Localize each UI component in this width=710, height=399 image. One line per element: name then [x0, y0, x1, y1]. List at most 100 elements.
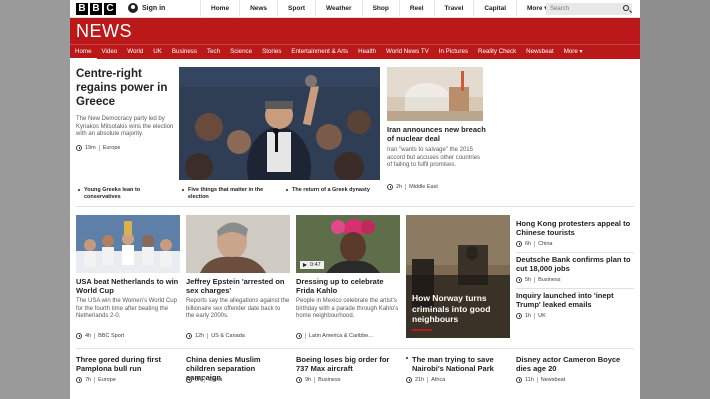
story-headline[interactable]: Jeffrey Epstein 'arrested on sex charges… — [186, 277, 290, 295]
section-video[interactable]: Video — [97, 45, 123, 60]
global-nav-travel[interactable]: Travel — [433, 0, 474, 18]
section-world[interactable]: World — [122, 45, 148, 60]
lead-meta: 19m Europe — [76, 145, 120, 151]
lead-headline[interactable]: Centre-right regains power in Greece — [76, 67, 180, 109]
side-tag[interactable]: China — [538, 241, 552, 247]
section-reality-check[interactable]: Reality Check — [473, 45, 521, 60]
bottom-tag[interactable]: China — [208, 377, 222, 383]
side-headline[interactable]: Inquiry launched into 'inept Trump' leak… — [516, 291, 634, 309]
story-tag[interactable]: Latin America & Caribbe... — [309, 333, 373, 339]
world-cup-photo — [76, 215, 180, 273]
story-summary: Reports say the allegations against the … — [186, 298, 290, 319]
related-link[interactable]: Five things that matter in the election — [182, 187, 282, 200]
iran-meta: 2h Middle East — [387, 184, 438, 190]
clock-icon — [186, 377, 192, 383]
lead-tag[interactable]: Europe — [103, 145, 121, 151]
global-nav-home[interactable]: Home — [200, 0, 239, 18]
bottom-headline[interactable]: The man trying to save Nairobi's Nationa… — [406, 355, 510, 373]
bottom-tag[interactable]: Newsbeat — [541, 377, 565, 383]
story-headline[interactable]: USA beat Netherlands to win World Cup — [76, 277, 180, 295]
lead-summary: The New Democracy party led by Kyriakos … — [76, 116, 174, 137]
story-meta: 12h US & Canada — [186, 333, 245, 339]
side-time: 1h — [525, 313, 532, 319]
story-image[interactable] — [76, 215, 180, 273]
global-nav-weather[interactable]: Weather — [315, 0, 362, 18]
section-business[interactable]: Business — [167, 45, 202, 60]
side-tag[interactable]: Business — [538, 277, 560, 283]
divider — [94, 333, 96, 339]
bottom-tag[interactable]: Africa — [431, 377, 445, 383]
divider — [516, 288, 634, 289]
section-more[interactable]: More — [559, 45, 588, 60]
sign-in-label: Sign in — [142, 4, 166, 12]
bottom-headline[interactable]: Three gored during first Pamplona bull r… — [76, 355, 180, 373]
story-tag[interactable]: BBC Sport — [98, 333, 124, 339]
global-nav: Home News Sport Weather Shop Reel Travel… — [200, 0, 558, 18]
section-newsbeat[interactable]: Newsbeat — [521, 45, 559, 60]
global-nav-capital[interactable]: Capital — [473, 0, 516, 18]
global-nav-shop[interactable]: Shop — [361, 0, 399, 18]
video-badge[interactable]: 0:47 — [300, 261, 324, 269]
related-link[interactable]: Young Greeks lean to conservatives — [78, 187, 178, 200]
iran-image[interactable] — [387, 67, 483, 121]
bottom-time: 9h — [305, 377, 312, 383]
iran-summary: Iran "wants to salvage" the 2015 accord … — [387, 147, 481, 168]
divider — [405, 184, 407, 190]
sign-in-link[interactable]: Sign in — [128, 3, 165, 13]
global-nav-news[interactable]: News — [239, 0, 277, 18]
user-icon — [128, 3, 138, 13]
side-headline[interactable]: Deutsche Bank confirms plan to cut 18,00… — [516, 255, 634, 273]
global-nav-sport[interactable]: Sport — [277, 0, 315, 18]
global-header: B B C Sign in Home News Sport Weather Sh… — [70, 0, 640, 18]
side-time: 5h — [525, 277, 532, 283]
bottom-headline[interactable]: Boeing loses big order for 737 Max aircr… — [296, 355, 400, 373]
iran-headline[interactable]: Iran announces new breach of nuclear dea… — [387, 125, 487, 143]
side-headline[interactable]: Hong Kong protesters appeal to Chinese t… — [516, 219, 634, 237]
section-in-pictures[interactable]: In Pictures — [434, 45, 473, 60]
feature-headline[interactable]: How Norway turns criminals into good nei… — [412, 293, 508, 325]
story-tag[interactable]: US & Canada — [211, 333, 245, 339]
divider — [534, 277, 536, 283]
iran-time: 2h — [396, 184, 403, 190]
global-nav-reel[interactable]: Reel — [398, 0, 434, 18]
story-time: 4h — [85, 333, 92, 339]
story-image[interactable] — [186, 215, 290, 273]
clock-icon — [387, 184, 393, 190]
logo-letter: C — [104, 3, 116, 15]
bottom-headline[interactable]: Disney actor Cameron Boyce dies age 20 — [516, 355, 634, 373]
section-health[interactable]: Health — [353, 45, 381, 60]
section-world-news-tv[interactable]: World News TV — [381, 45, 434, 60]
section-uk[interactable]: UK — [148, 45, 167, 60]
story-headline[interactable]: Dressing up to celebrate Frida Kahlo — [296, 277, 400, 295]
search-icon[interactable] — [623, 5, 629, 11]
section-tech[interactable]: Tech — [202, 45, 225, 60]
news-title[interactable]: NEWS — [76, 21, 132, 42]
lead-image[interactable] — [179, 67, 380, 180]
section-divider — [76, 348, 634, 349]
iran-tag[interactable]: Middle East — [409, 184, 438, 190]
divider — [534, 313, 536, 319]
bottom-tag[interactable]: Business — [318, 377, 340, 383]
feature-accent-bar — [412, 329, 432, 331]
bottom-tag[interactable]: Europe — [98, 377, 116, 383]
section-home[interactable]: Home — [70, 45, 97, 60]
divider — [98, 145, 100, 151]
story-image[interactable]: 0:47 — [296, 215, 400, 273]
bottom-meta: 7h Europe — [76, 377, 116, 383]
bbc-logo[interactable]: B B C — [76, 3, 116, 15]
section-entertainment[interactable]: Entertainment & Arts — [286, 45, 353, 60]
search-input[interactable]: Search — [546, 3, 632, 15]
video-duration: 0:47 — [310, 262, 321, 268]
browser-background — [640, 0, 710, 399]
section-stories[interactable]: Stories — [257, 45, 286, 60]
section-science[interactable]: Science — [225, 45, 257, 60]
clock-icon — [516, 377, 522, 383]
section-nav: Home Video World UK Business Tech Scienc… — [70, 44, 640, 60]
related-link[interactable]: The return of a Greek dynasty — [286, 187, 386, 194]
side-tag[interactable]: UK — [538, 313, 546, 319]
clock-icon — [186, 333, 192, 339]
search-placeholder: Search — [550, 6, 570, 12]
feature-card[interactable]: How Norway turns criminals into good nei… — [406, 215, 510, 338]
divider — [207, 333, 209, 339]
clock-icon — [406, 377, 412, 383]
